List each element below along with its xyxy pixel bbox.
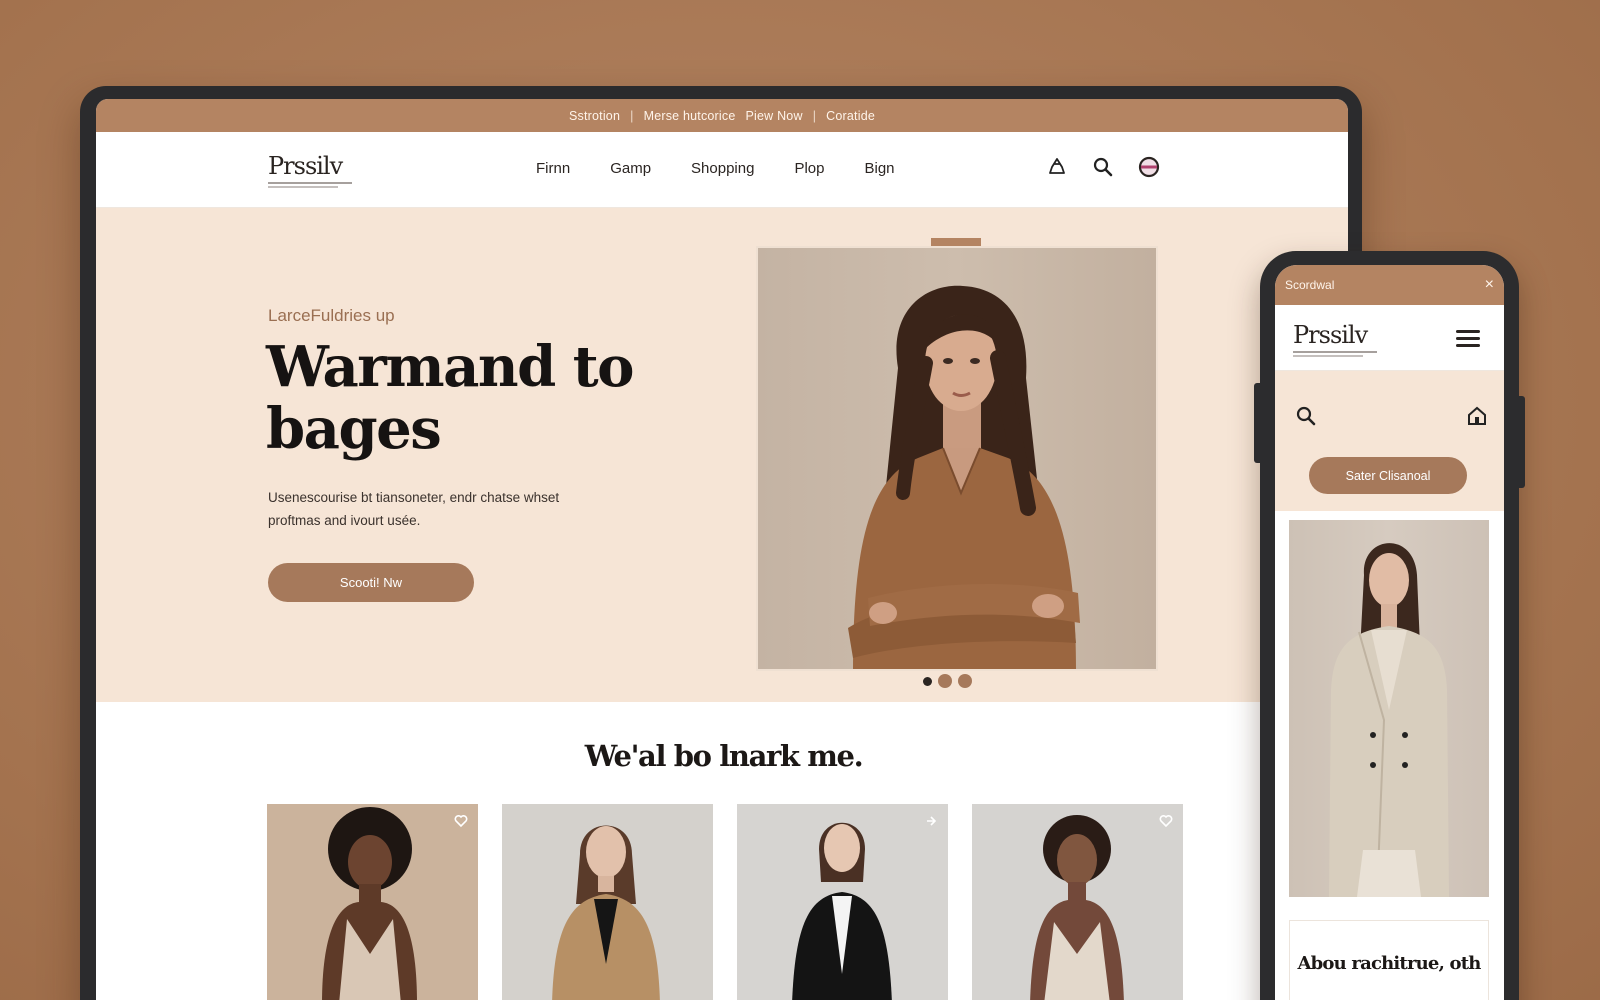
close-icon[interactable]: × bbox=[1485, 277, 1494, 293]
carousel-dot[interactable] bbox=[938, 674, 952, 688]
recycle-icon[interactable] bbox=[1046, 156, 1068, 178]
topbar-separator: | bbox=[630, 108, 634, 123]
product-grid bbox=[267, 804, 1183, 1000]
product-image bbox=[972, 804, 1183, 1000]
mobile-cta-button[interactable]: Sater Clisanoal bbox=[1309, 457, 1467, 494]
mobile-topbar: Scordwal × bbox=[1275, 265, 1504, 305]
product-card[interactable] bbox=[972, 804, 1183, 1000]
product-card[interactable] bbox=[737, 804, 948, 1000]
nav-icon-group bbox=[1046, 156, 1160, 178]
model-photo bbox=[1329, 543, 1449, 897]
nav-link[interactable]: Bign bbox=[864, 160, 894, 177]
product-image bbox=[737, 804, 948, 1000]
mobile-product-image bbox=[1289, 520, 1489, 897]
hamburger-menu-icon[interactable] bbox=[1456, 330, 1480, 348]
nav-link[interactable]: Gamp bbox=[610, 160, 651, 177]
nav-link[interactable]: Shopping bbox=[691, 160, 754, 177]
logo-tagline-line bbox=[1293, 355, 1363, 357]
brand-logo[interactable]: Prssilv bbox=[1293, 321, 1377, 357]
announcement-bar: Sstrotion | Merse hutcorice Piew Now | C… bbox=[96, 99, 1348, 132]
desktop-device-frame: Sstrotion | Merse hutcorice Piew Now | C… bbox=[80, 86, 1362, 1000]
product-card[interactable] bbox=[502, 804, 713, 1000]
hero-eyebrow: LarceFuldries up bbox=[268, 306, 395, 325]
logo-tagline-line bbox=[268, 182, 352, 184]
carousel-dot[interactable] bbox=[923, 676, 932, 686]
mobile-topbar-title: Scordwal bbox=[1285, 278, 1335, 292]
nav-menu: Firnn Gamp Shopping Plop Bign bbox=[536, 160, 895, 177]
logo-tagline-line bbox=[1293, 351, 1377, 353]
topbar-item[interactable]: Piew Now bbox=[746, 109, 803, 123]
heart-icon[interactable] bbox=[1159, 814, 1173, 828]
arrow-icon[interactable] bbox=[924, 814, 938, 828]
search-icon[interactable] bbox=[1092, 156, 1114, 178]
topbar-item[interactable]: Merse hutcorice bbox=[644, 109, 736, 123]
hero-description: Usenescourise bt tiansoneter, endr chats… bbox=[268, 490, 560, 528]
nav-link[interactable]: Plop bbox=[794, 160, 824, 177]
product-image bbox=[502, 804, 713, 1000]
logo-tagline-line bbox=[268, 186, 338, 188]
topbar-item[interactable]: Coratide bbox=[826, 109, 875, 123]
topbar-item[interactable]: Sstrotion bbox=[569, 109, 620, 123]
main-navigation: Prssilv Firnn Gamp Shopping Plop Bign bbox=[96, 132, 1348, 208]
heart-icon[interactable] bbox=[454, 814, 468, 828]
product-image bbox=[267, 804, 478, 1000]
mobile-screen: Scordwal × Prssilv Sater Clisanoal Abou … bbox=[1275, 265, 1504, 1000]
search-icon[interactable] bbox=[1295, 405, 1317, 427]
mobile-header: Prssilv bbox=[1275, 305, 1504, 371]
hero-image bbox=[756, 246, 1158, 671]
model-photo bbox=[848, 285, 1080, 669]
home-icon[interactable] bbox=[1466, 405, 1488, 427]
hero-headline: Warmand to bages bbox=[266, 334, 634, 462]
desktop-screen: Sstrotion | Merse hutcorice Piew Now | C… bbox=[96, 99, 1348, 1000]
mobile-about-card: Abou rachitrue, oth bbox=[1289, 920, 1489, 1000]
hero-cta-button[interactable]: Scooti! Nw bbox=[268, 563, 474, 602]
section-title: We'al bo lnark me. bbox=[584, 739, 864, 773]
nav-link[interactable]: Firnn bbox=[536, 160, 570, 177]
mobile-hero-band: Sater Clisanoal bbox=[1275, 371, 1504, 511]
mobile-device-frame: Scordwal × Prssilv Sater Clisanoal Abou … bbox=[1254, 251, 1525, 1000]
backdrop: Sstrotion | Merse hutcorice Piew Now | C… bbox=[0, 0, 1600, 1000]
logo-wordmark: Prssilv bbox=[1293, 321, 1368, 349]
carousel-dots bbox=[923, 674, 972, 688]
logo-wordmark: Prssilv bbox=[268, 152, 343, 180]
brand-logo[interactable]: Prssilv bbox=[268, 152, 352, 188]
profile-icon[interactable] bbox=[1138, 156, 1160, 178]
product-card[interactable] bbox=[267, 804, 478, 1000]
topbar-separator: | bbox=[812, 108, 817, 123]
hero-section: LarceFuldries up Warmand to bages Usenes… bbox=[96, 208, 1348, 702]
carousel-dot[interactable] bbox=[958, 674, 972, 688]
